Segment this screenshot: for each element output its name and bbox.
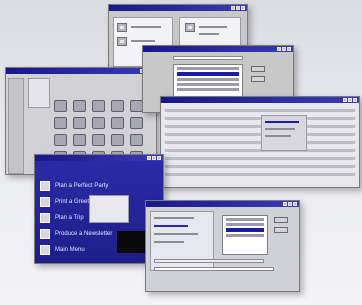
menu-item-label[interactable]: Main Menu — [55, 246, 85, 254]
dialog-button[interactable] — [251, 76, 265, 82]
table-row[interactable] — [165, 125, 355, 128]
text-field[interactable] — [173, 56, 243, 60]
option-label — [154, 217, 194, 219]
popup-label — [265, 128, 295, 130]
clipart-thumbnail-icon[interactable] — [130, 134, 143, 146]
option-icon[interactable] — [117, 23, 127, 32]
dialog-button[interactable] — [274, 217, 288, 223]
list-item-selected[interactable] — [226, 228, 264, 232]
clipart-thumbnail-icon[interactable] — [111, 134, 124, 146]
clipart-thumbnail-icon[interactable] — [73, 117, 86, 129]
screenshot-collage: { "menu_window": { "items": [ {"label": … — [0, 0, 362, 305]
clipart-thumbnail-icon[interactable] — [54, 117, 67, 129]
menu-item-label[interactable]: Produce a Newsletter — [55, 230, 112, 238]
clipart-thumbnail-icon[interactable] — [54, 100, 67, 112]
table-row[interactable] — [165, 165, 355, 168]
option-icon[interactable] — [185, 23, 195, 32]
setting-label — [131, 26, 161, 28]
table-row[interactable] — [165, 109, 355, 112]
minimize-icon[interactable] — [277, 47, 281, 51]
close-icon[interactable] — [287, 47, 291, 51]
text-field[interactable] — [154, 267, 274, 271]
table-row[interactable] — [165, 133, 355, 136]
table-row[interactable] — [165, 173, 355, 176]
clipart-thumbnail-icon[interactable] — [92, 100, 105, 112]
plain-square-icon[interactable] — [40, 197, 50, 207]
table-row[interactable] — [165, 117, 355, 120]
list-item[interactable] — [226, 234, 264, 237]
font-list[interactable] — [222, 215, 268, 255]
close-icon[interactable] — [157, 156, 161, 160]
popup-label — [265, 121, 299, 123]
list-item[interactable] — [177, 67, 239, 70]
clipart-thumbnail-icon[interactable] — [73, 134, 86, 146]
maximize-icon[interactable] — [152, 156, 156, 160]
maximize-icon[interactable] — [348, 98, 352, 102]
window-bottom-dialog — [145, 200, 300, 292]
icon-toolbox — [8, 78, 24, 174]
option-label — [154, 225, 188, 227]
menu-item-label[interactable]: Plan a Perfect Party — [55, 182, 108, 190]
close-icon[interactable] — [353, 98, 357, 102]
dialog-button[interactable] — [251, 66, 265, 72]
maximize-icon[interactable] — [288, 202, 292, 206]
table-row[interactable] — [165, 141, 355, 144]
dialog-button[interactable] — [274, 227, 288, 233]
option-icon[interactable] — [117, 37, 127, 46]
clipart-thumbnail-icon[interactable] — [73, 100, 86, 112]
plain-square-icon[interactable] — [40, 181, 50, 191]
option-label — [154, 233, 198, 235]
clipart-thumbnail-icon[interactable] — [54, 134, 67, 146]
plain-square-icon[interactable] — [40, 229, 50, 239]
plain-square-icon[interactable] — [40, 245, 50, 255]
list-item-selected[interactable] — [177, 72, 239, 76]
window-table — [160, 96, 360, 188]
minimize-icon[interactable] — [283, 202, 287, 206]
preview-panel — [89, 195, 129, 223]
list-item[interactable] — [177, 83, 239, 86]
table-row[interactable] — [165, 149, 355, 152]
list-item[interactable] — [226, 223, 264, 226]
clipart-thumbnail-icon[interactable] — [92, 134, 105, 146]
minimize-icon[interactable] — [147, 156, 151, 160]
popup-label — [265, 135, 291, 137]
clipart-thumbnail-icon[interactable] — [111, 100, 124, 112]
list-item[interactable] — [226, 218, 264, 221]
clipart-thumbnail-icon[interactable] — [130, 117, 143, 129]
text-field[interactable] — [154, 259, 264, 263]
table-row[interactable] — [165, 157, 355, 160]
setting-label — [199, 26, 227, 28]
maximize-icon[interactable] — [282, 47, 286, 51]
list-item[interactable] — [177, 88, 239, 91]
plain-square-icon[interactable] — [40, 213, 50, 223]
close-icon[interactable] — [293, 202, 297, 206]
black-preview — [117, 231, 145, 253]
option-label — [154, 241, 184, 243]
setting-label — [131, 40, 155, 42]
clipart-thumbnail-icon[interactable] — [92, 117, 105, 129]
minimize-icon[interactable] — [231, 6, 235, 10]
clipart-thumbnail-icon[interactable] — [111, 117, 124, 129]
list-item[interactable] — [177, 78, 239, 81]
close-icon[interactable] — [241, 6, 245, 10]
menu-item-label[interactable]: Plan a Trip — [55, 214, 84, 222]
icon-list — [28, 78, 50, 108]
maximize-icon[interactable] — [236, 6, 240, 10]
setting-label — [199, 33, 219, 35]
minimize-icon[interactable] — [343, 98, 347, 102]
